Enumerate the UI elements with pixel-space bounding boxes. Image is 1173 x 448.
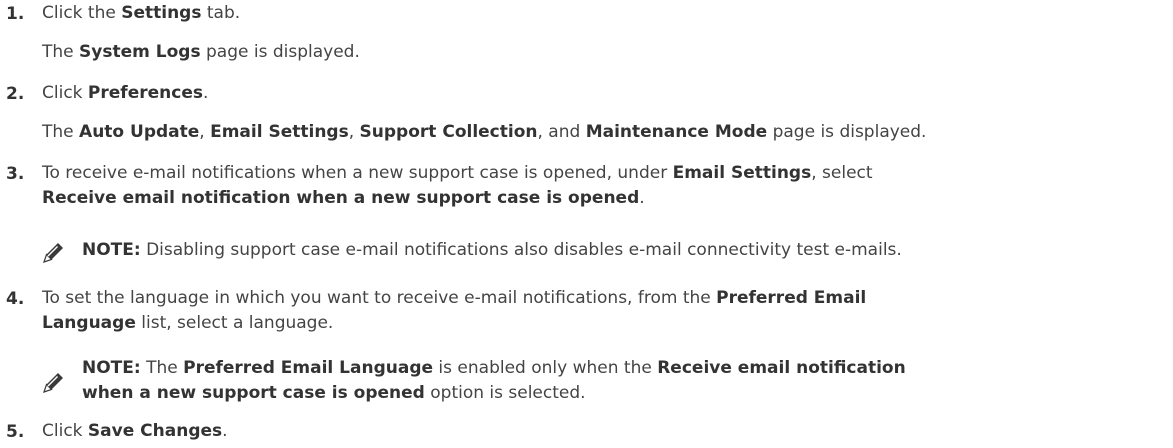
text-run: page is displayed. (767, 122, 927, 142)
text-run: , and (537, 122, 586, 142)
note-body: The Preferred Email Language is enabled … (141, 358, 906, 378)
step-line: Click the Settings tab. (42, 1, 240, 25)
step-result-line: The System Logs page is displayed. (42, 40, 360, 64)
bold-term: Receive email notification (657, 358, 906, 378)
bold-term: when a new support case is opened (82, 383, 425, 403)
bold-term: Support Collection (359, 122, 538, 142)
bold-term: Settings (121, 3, 202, 23)
step-line: To set the language in which you want to… (42, 286, 866, 310)
text-run: Disabling support case e-mail notificati… (140, 240, 902, 260)
step-number: 5. (6, 422, 25, 442)
bold-term: Receive email notification when a new su… (42, 188, 640, 208)
text-run: Click the (42, 3, 122, 23)
text-run: , (348, 122, 360, 142)
note-body: Disabling support case e-mail notificati… (141, 240, 902, 260)
step-line: Click Preferences. (42, 81, 208, 105)
text-run: , (199, 122, 211, 142)
text-run: . (202, 83, 209, 103)
note-text: NOTE: The Preferred Email Language is en… (82, 356, 906, 380)
bold-term: Preferred Email Language (183, 358, 434, 378)
text-run: list, select a language. (135, 313, 334, 333)
text-run: To set the language in which you want to… (42, 288, 717, 308)
bold-term: Language (42, 313, 136, 333)
step-result-line: The Auto Update, Email Settings, Support… (42, 120, 926, 144)
note-pencil-icon (43, 373, 63, 393)
bold-term: Preferences (87, 83, 203, 103)
step-number: 4. (6, 289, 25, 309)
note-text-continued: when a new support case is opened option… (82, 381, 586, 405)
step-number: 1. (6, 4, 25, 24)
step-line: To receive e-mail notifications when a n… (42, 161, 873, 185)
step-line-continued: Language list, select a language. (42, 311, 333, 335)
text-run: Click (42, 83, 88, 103)
note-text: NOTE: Disabling support case e-mail noti… (82, 238, 902, 262)
bold-term: Auto Update (79, 122, 200, 142)
bold-term: System Logs (79, 42, 201, 62)
instruction-page: 1. Click the Settings tab. The System Lo… (0, 0, 1173, 448)
text-run: The (42, 122, 80, 142)
text-run: is enabled only when the (433, 358, 658, 378)
text-run: . (222, 421, 228, 441)
note-pencil-icon (43, 243, 63, 263)
text-run: page is displayed. (200, 42, 360, 62)
text-run: Click (42, 421, 88, 441)
text-run: . (639, 188, 645, 208)
bold-term: Preferred Email (716, 288, 867, 308)
bold-term: Save Changes (87, 421, 223, 441)
step-number: 3. (6, 164, 25, 184)
bold-term: Email Settings (210, 122, 349, 142)
text-run: option is selected. (424, 383, 586, 403)
text-run: The (140, 358, 184, 378)
step-line: Click Save Changes. (42, 419, 228, 443)
text-run: The (42, 42, 80, 62)
bold-term: Maintenance Mode (585, 122, 768, 142)
note-label: NOTE: (82, 240, 141, 260)
bold-term: Email Settings (672, 163, 812, 183)
text-run: tab. (201, 3, 241, 23)
step-line-continued: Receive email notification when a new su… (42, 186, 645, 210)
step-number: 2. (6, 84, 25, 104)
text-run: , select (811, 163, 873, 183)
text-run: To receive e-mail notifications when a n… (42, 163, 673, 183)
note-label: NOTE: (82, 358, 141, 378)
